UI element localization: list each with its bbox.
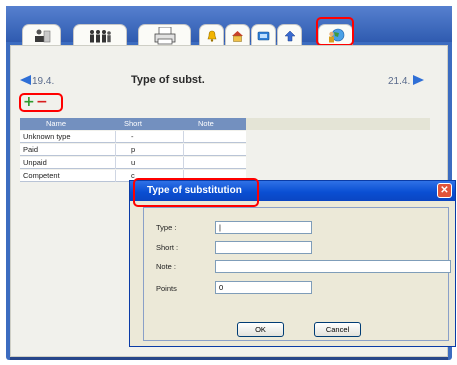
page-title: Type of subst.: [131, 74, 205, 86]
type-label: Type :: [156, 223, 177, 232]
close-icon[interactable]: ✕: [437, 183, 452, 198]
short-label: Short :: [156, 243, 179, 252]
ok-button[interactable]: OK: [237, 322, 284, 337]
points-label: Points: [156, 284, 177, 293]
dialog-form-panel: Type : Short : Note : Points OK Cancel: [143, 207, 451, 341]
tab-printer[interactable]: [138, 24, 191, 46]
short-input[interactable]: [215, 241, 312, 254]
tab-house[interactable]: [225, 24, 250, 46]
prev-date-link[interactable]: 19.4.: [20, 75, 54, 87]
note-input[interactable]: [215, 260, 451, 273]
people-group-icon: [90, 29, 111, 42]
table-row[interactable]: Paid p: [20, 144, 246, 156]
prev-arrow-icon: [20, 75, 31, 85]
tab-bell[interactable]: [199, 24, 224, 46]
house-icon: [232, 30, 243, 42]
highlight-tab-globe: [316, 17, 354, 46]
next-date-link[interactable]: 21.4.: [388, 75, 425, 87]
next-arrow-icon: [413, 75, 425, 85]
bottom-band: [10, 357, 448, 360]
tab-up[interactable]: [277, 24, 302, 46]
tab-people[interactable]: [73, 24, 127, 46]
up-arrow-icon: [283, 30, 296, 41]
cell-short: -: [131, 132, 134, 141]
highlight-dialog-title: [133, 178, 259, 207]
table-row[interactable]: Unknown type -: [20, 131, 246, 143]
cell-name: Unknown type: [23, 132, 71, 141]
printer-icon: [154, 26, 175, 44]
tab-book[interactable]: [251, 24, 276, 46]
cell-short: u: [131, 158, 136, 167]
column-header-note: Note: [198, 119, 214, 128]
column-header-name: Name: [46, 119, 67, 128]
next-date-label: 21.4.: [388, 76, 411, 87]
calculator-user-icon: [34, 29, 50, 42]
table-header: Name Short Note: [20, 118, 246, 130]
points-input[interactable]: [215, 281, 312, 294]
cell-short: p: [131, 145, 136, 154]
column-header-short: Short: [124, 119, 142, 128]
cell-name: Unpaid: [23, 158, 47, 167]
prev-date-label: 19.4.: [32, 76, 55, 87]
cell-name: Competent: [23, 171, 60, 180]
table-row[interactable]: Unpaid u: [20, 157, 246, 169]
cancel-button[interactable]: Cancel: [314, 322, 361, 337]
book-icon: [257, 31, 270, 40]
note-label: Note :: [156, 262, 177, 271]
bell-icon: [207, 30, 216, 42]
type-input[interactable]: [215, 221, 312, 234]
table-header-filler: [246, 118, 430, 130]
cell-name: Paid: [23, 145, 39, 154]
highlight-add-remove: [19, 93, 63, 112]
tab-calculator[interactable]: [22, 24, 61, 46]
